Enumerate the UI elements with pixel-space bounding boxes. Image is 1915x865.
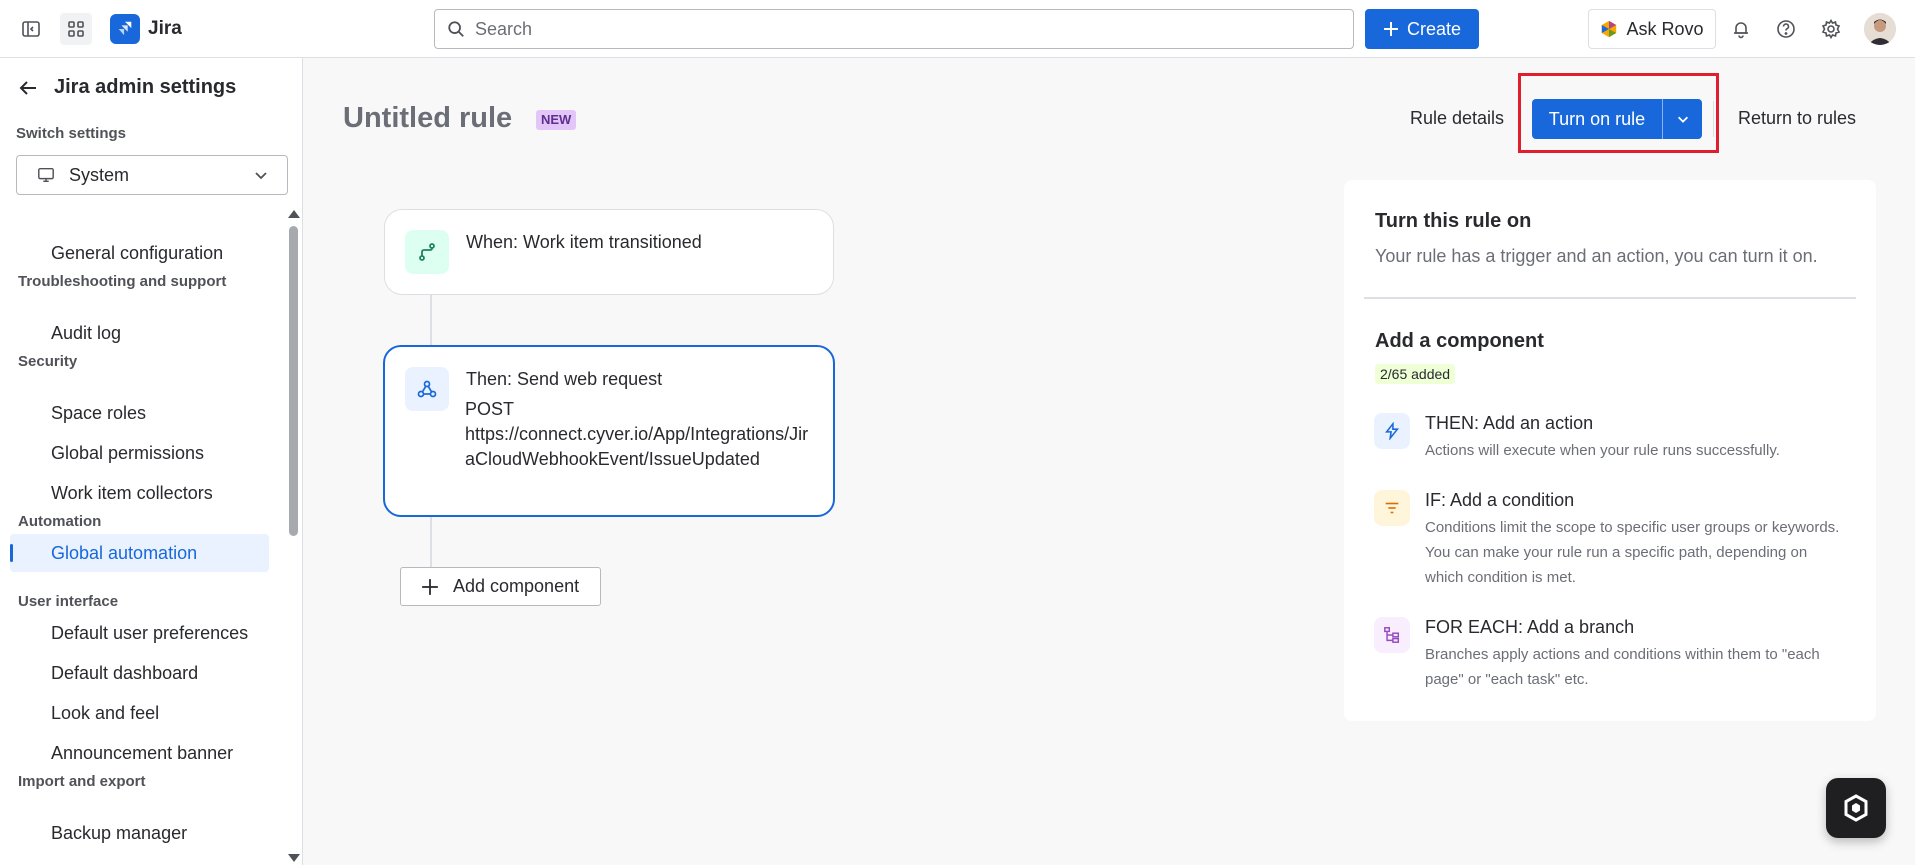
add-component-button[interactable]: Add component	[400, 567, 601, 606]
panel-divider	[1364, 297, 1856, 299]
flow-connector	[430, 517, 432, 567]
branch-icon-box	[1374, 617, 1410, 653]
lightning-icon	[1385, 422, 1399, 440]
help-button[interactable]	[1770, 13, 1802, 45]
sidebar-item-work-item-collectors[interactable]: Work item collectors	[10, 474, 269, 512]
flow-connector	[430, 295, 432, 345]
rovo-chat-icon	[1844, 794, 1868, 822]
component-option-condition[interactable]: IF: Add a condition Conditions limit the…	[1374, 490, 1854, 590]
component-desc: Actions will execute when your rule runs…	[1425, 442, 1780, 459]
rule-side-panel: Turn this rule on Your rule has a trigge…	[1344, 180, 1876, 721]
switch-settings-label: Switch settings	[16, 125, 127, 142]
rule-details-button[interactable]: Rule details	[1410, 108, 1504, 129]
add-component-heading: Add a component	[1375, 330, 1544, 352]
trigger-title: When: Work item transitioned	[466, 232, 702, 252]
nav-group-user-interface: User interface	[18, 593, 119, 610]
nav-group-automation: Automation	[18, 513, 102, 530]
monitor-icon	[38, 167, 54, 183]
search-box[interactable]	[434, 9, 1354, 49]
create-button[interactable]: Create	[1365, 9, 1479, 49]
scroll-down-arrow-icon[interactable]	[288, 854, 300, 862]
component-title: THEN: Add an action	[1425, 413, 1594, 433]
app-switcher-icon	[68, 21, 84, 37]
new-badge: NEW	[536, 110, 577, 130]
plus-icon	[422, 578, 438, 595]
admin-sidebar: Jira admin settings Switch settings Syst…	[0, 58, 303, 865]
sidebar-item-global-permissions[interactable]: Global permissions	[10, 434, 269, 472]
sidebar-title: Jira admin settings	[54, 76, 237, 98]
sidebar-item-announcement-banner[interactable]: Announcement banner	[10, 734, 269, 772]
action-icon-box	[405, 367, 449, 411]
branch-trigger-icon	[419, 243, 435, 261]
component-count-badge: 2/65 added	[1375, 364, 1456, 384]
sidebar-toggle-button[interactable]	[15, 13, 47, 45]
sidebar-item-general-configuration[interactable]: General configuration	[10, 234, 269, 272]
rovo-chat-button[interactable]	[1826, 778, 1886, 838]
trigger-card[interactable]: When: Work item transitioned	[384, 209, 834, 295]
search-input[interactable]	[475, 18, 1335, 40]
ask-rovo-button[interactable]: Ask Rovo	[1588, 9, 1716, 49]
scroll-up-arrow-icon[interactable]	[288, 210, 300, 218]
app-name: Jira	[148, 18, 182, 39]
webhook-icon	[417, 380, 437, 398]
jira-logo-link[interactable]: Jira	[110, 14, 182, 44]
back-arrow-icon[interactable]	[18, 78, 38, 98]
settings-button[interactable]	[1815, 13, 1847, 45]
sidebar-nav: General configuration Troubleshooting an…	[0, 208, 285, 865]
gear-icon	[1821, 19, 1841, 39]
action-method: POST	[465, 399, 515, 419]
sidebar-item-default-dashboard[interactable]: Default dashboard	[10, 654, 269, 692]
help-icon	[1777, 20, 1795, 38]
branch-icon	[1384, 627, 1400, 643]
component-title: FOR EACH: Add a branch	[1425, 617, 1635, 637]
component-desc: Branches apply actions and conditions wi…	[1425, 646, 1820, 688]
jira-logo-icon	[110, 14, 140, 44]
action-url: https://connect.cyver.io/App/Integration…	[465, 424, 809, 469]
component-option-branch[interactable]: FOR EACH: Add a branch Branches apply ac…	[1374, 617, 1854, 697]
sidebar-item-backup-manager[interactable]: Backup manager	[10, 814, 269, 852]
chevron-down-icon	[255, 172, 267, 180]
panel-subtext: Your rule has a trigger and an action, y…	[1375, 246, 1818, 266]
top-navigation-bar: Jira Create Ask Rovo	[0, 0, 1915, 58]
sidebar-scrollbar[interactable]	[288, 204, 300, 864]
component-desc: Conditions limit the scope to specific u…	[1425, 519, 1840, 586]
user-avatar[interactable]	[1864, 13, 1896, 45]
sidebar-item-audit-log[interactable]: Audit log	[10, 314, 269, 352]
action-title: Then: Send web request	[466, 369, 663, 389]
header-divider	[1713, 101, 1714, 137]
filter-icon	[1385, 502, 1399, 514]
sidebar-toggle-icon	[22, 21, 40, 37]
component-title: IF: Add a condition	[1425, 490, 1575, 510]
component-option-action[interactable]: THEN: Add an action Actions will execute…	[1374, 413, 1854, 473]
action-icon-box	[1374, 413, 1410, 449]
notifications-button[interactable]	[1725, 13, 1757, 45]
app-switcher-button[interactable]	[60, 13, 92, 45]
scroll-thumb[interactable]	[289, 226, 298, 536]
switch-settings-select[interactable]: System	[16, 155, 288, 195]
nav-group-troubleshooting: Troubleshooting and support	[18, 273, 227, 290]
action-card[interactable]: Then: Send web request POST https://conn…	[383, 345, 835, 517]
nav-group-security: Security	[18, 353, 78, 370]
trigger-icon-box	[405, 230, 449, 274]
sidebar-item-space-roles[interactable]: Space roles	[10, 394, 269, 432]
sidebar-item-global-automation[interactable]: Global automation	[10, 534, 269, 572]
sidebar-item-look-and-feel[interactable]: Look and feel	[10, 694, 269, 732]
create-label: Create	[1406, 18, 1462, 39]
plus-icon	[1383, 22, 1398, 36]
condition-icon-box	[1374, 490, 1410, 526]
rule-title[interactable]: Untitled rule	[343, 102, 512, 135]
return-to-rules-button[interactable]: Return to rules	[1738, 108, 1856, 129]
search-icon	[448, 21, 464, 37]
switch-settings-value: System	[69, 164, 130, 185]
sidebar-item-default-user-preferences[interactable]: Default user preferences	[10, 614, 269, 652]
bell-icon	[1734, 22, 1748, 39]
action-details: POST https://connect.cyver.io/App/Integr…	[465, 397, 815, 472]
sidebar-header: Jira admin settings	[18, 76, 236, 99]
add-component-label: Add component	[453, 576, 580, 596]
panel-heading: Turn this rule on	[1375, 210, 1532, 232]
highlight-annotation-box	[1518, 73, 1719, 153]
ask-rovo-label: Ask Rovo	[1626, 18, 1704, 39]
rovo-icon	[1602, 20, 1617, 38]
nav-group-import-export: Import and export	[18, 773, 146, 790]
